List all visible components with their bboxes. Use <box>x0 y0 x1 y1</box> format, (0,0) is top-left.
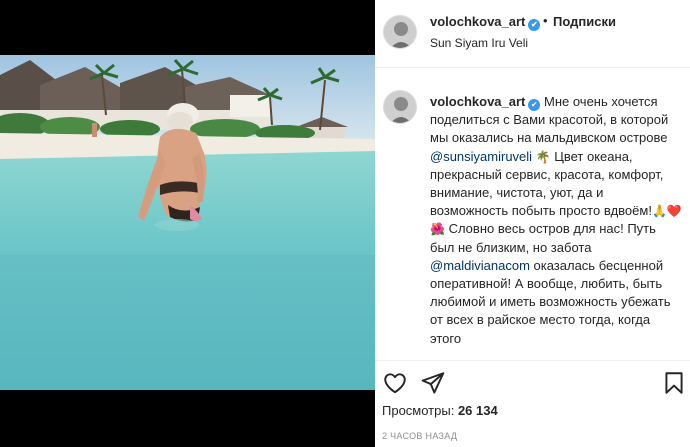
palm-tree-icon: 🌴 <box>535 149 551 164</box>
caption-avatar[interactable] <box>383 90 417 124</box>
verified-icon: ✔ <box>528 99 541 111</box>
mention-sunsiyamiruveli[interactable]: @sunsiyamiruveli <box>430 149 532 164</box>
mention-maldivianacom[interactable]: @maldivianacom <box>430 258 530 273</box>
author-username-text[interactable]: volochkova_art <box>430 14 525 29</box>
author-username[interactable]: volochkova_art ✔ <box>430 14 541 31</box>
comments-area[interactable]: volochkova_art ✔ Мне очень хочется подели… <box>375 69 690 359</box>
praying-hands-icon: 🙏 <box>651 204 667 219</box>
paper-plane-icon[interactable] <box>420 370 446 396</box>
post-caption: volochkova_art ✔ Мне очень хочется подели… <box>430 93 682 348</box>
red-heart-icon: ❤️ <box>666 204 682 219</box>
post-video[interactable] <box>0 55 375 390</box>
post-timestamp[interactable]: 2 часов назад <box>382 431 457 441</box>
bookmark-outline-icon[interactable] <box>661 370 687 396</box>
beach-video-frame <box>0 55 375 390</box>
hibiscus-icon: 🌺 <box>430 222 445 237</box>
heart-outline-icon[interactable] <box>382 370 408 396</box>
following-button[interactable]: Подписки <box>553 14 616 29</box>
post-header: volochkova_art ✔ • Подписки Sun Siyam Iru… <box>375 0 690 68</box>
views-label: Просмотры: <box>382 403 455 418</box>
user-photo-icon <box>384 91 416 123</box>
location-link[interactable]: Sun Siyam Iru Veli <box>430 36 528 50</box>
post-details-panel: volochkova_art ✔ • Подписки Sun Siyam Iru… <box>375 0 690 447</box>
separator-dot: • <box>543 13 548 28</box>
avatar[interactable] <box>383 15 417 49</box>
user-photo-icon <box>384 16 416 48</box>
views-count[interactable]: Просмотры: 26 134 <box>382 403 498 418</box>
action-bar <box>375 360 690 400</box>
views-value: 26 134 <box>457 403 498 418</box>
verified-icon: ✔ <box>528 19 541 31</box>
media-area <box>0 0 375 447</box>
caption-text-3: Словно весь остров для нас! Путь был не … <box>430 221 656 255</box>
caption-username[interactable]: volochkova_art <box>430 94 525 109</box>
